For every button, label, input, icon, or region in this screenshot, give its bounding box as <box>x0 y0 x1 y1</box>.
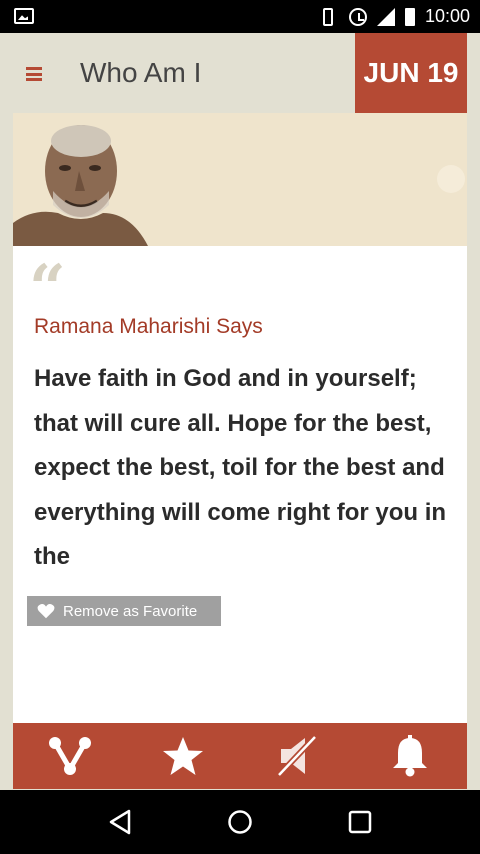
quote-text: Have faith in God and in yourself; that … <box>34 365 447 570</box>
date-badge: JUN 19 <box>355 33 467 113</box>
reminder-button[interactable] <box>380 731 440 781</box>
quote-speaker: Ramana Maharishi Says <box>34 315 263 338</box>
recents-icon <box>348 810 372 834</box>
mute-icon <box>276 735 317 777</box>
share-button[interactable] <box>40 731 100 781</box>
back-icon <box>109 809 131 835</box>
quote-card: “ Ramana Maharishi Says Have faith in Go… <box>13 113 467 723</box>
image-notification-icon <box>14 8 34 24</box>
bell-icon <box>393 735 428 777</box>
recents-button[interactable] <box>335 797 385 847</box>
signal-icon <box>376 7 395 26</box>
system-nav-bar <box>0 790 480 854</box>
bottom-action-bar <box>13 723 467 789</box>
alarm-icon <box>348 7 367 26</box>
status-icons: 10:00 <box>317 0 470 33</box>
remove-favorite-button[interactable]: Remove as Favorite <box>27 596 221 626</box>
favorite-star-button[interactable] <box>153 731 213 781</box>
battery-icon <box>404 7 415 26</box>
banner-next-icon[interactable] <box>437 165 465 193</box>
home-icon <box>228 810 252 834</box>
app-bar: Who Am I JUN 19 <box>0 33 480 113</box>
home-button[interactable] <box>215 797 265 847</box>
back-button[interactable] <box>95 797 145 847</box>
status-bar: 10:00 <box>0 0 480 33</box>
hamburger-menu-icon[interactable] <box>26 67 42 81</box>
remove-favorite-label: Remove as Favorite <box>63 602 198 620</box>
share-icon <box>48 737 91 775</box>
app-title: Who Am I <box>80 57 202 88</box>
author-portrait <box>13 113 148 246</box>
status-time: 10:00 <box>424 6 470 26</box>
mute-button[interactable] <box>267 731 327 781</box>
heart-icon <box>37 604 55 619</box>
star-icon <box>163 737 204 775</box>
quote-mark: “ <box>29 251 66 326</box>
vibrate-icon <box>322 7 333 26</box>
author-banner <box>13 113 467 246</box>
